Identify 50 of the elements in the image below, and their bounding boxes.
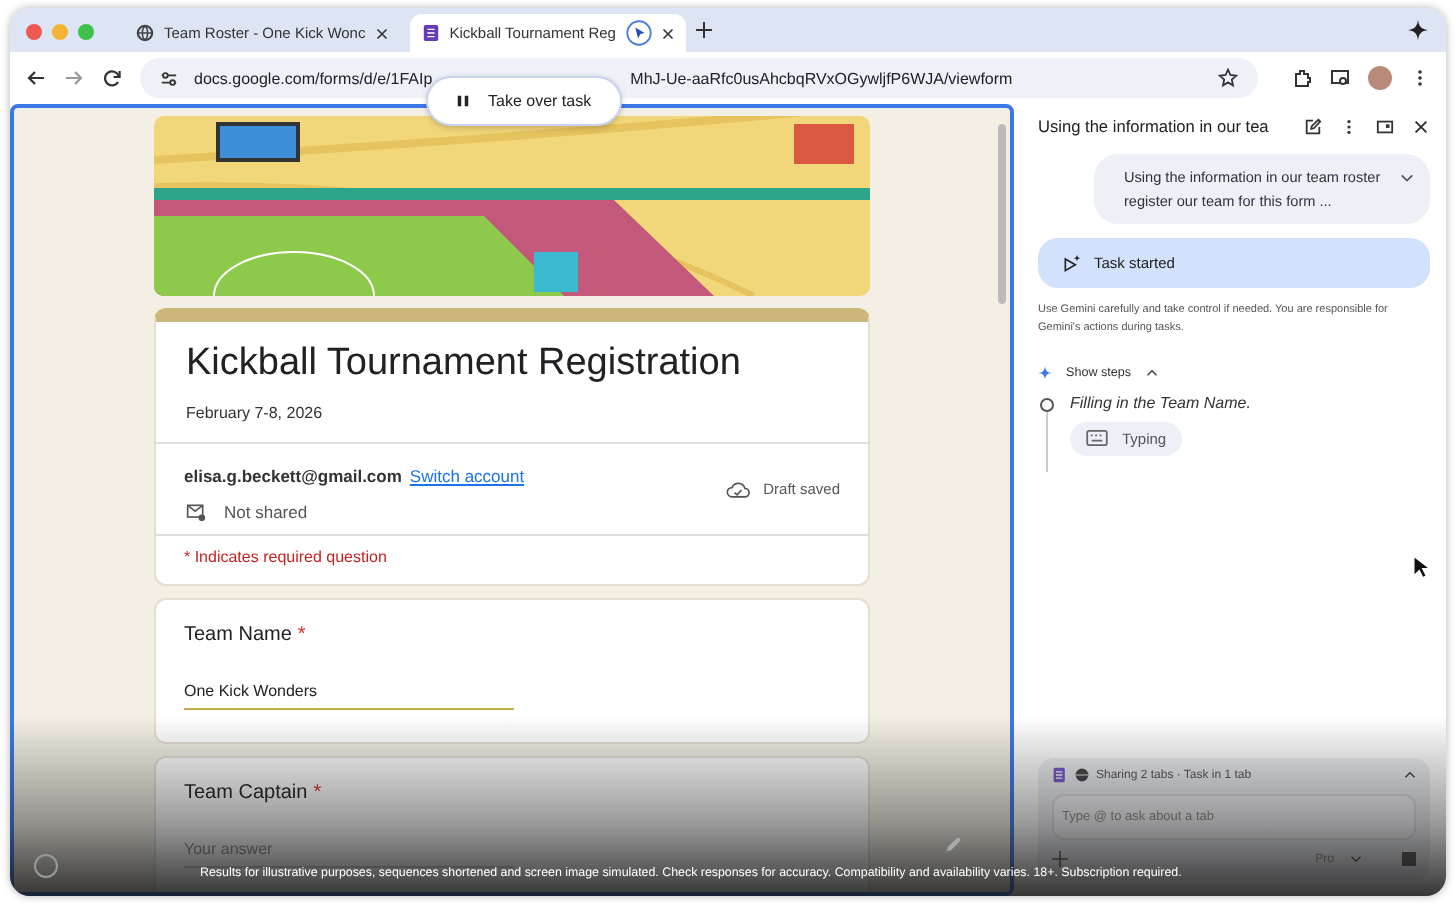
question-label: Team Name — [184, 624, 292, 646]
star-icon[interactable] — [1218, 68, 1238, 88]
form-icon — [421, 24, 440, 42]
close-window-icon[interactable] — [26, 24, 42, 40]
tab-search-icon[interactable] — [1330, 68, 1350, 88]
cloud-saved-icon — [725, 479, 750, 499]
scrollbar-thumb[interactable] — [998, 124, 1006, 304]
chevron-down-icon[interactable] — [1350, 854, 1362, 864]
profile-avatar[interactable] — [1368, 66, 1392, 90]
globe-icon — [136, 24, 154, 42]
new-tab-icon[interactable] — [695, 22, 712, 38]
keyboard-icon — [1086, 430, 1108, 447]
not-shared-icon — [184, 502, 208, 522]
form-description: February 7-8, 2026 — [184, 402, 325, 426]
required-mark: * — [297, 624, 306, 646]
play-sparkle-icon — [1062, 253, 1082, 274]
chevron-down-icon[interactable] — [1400, 172, 1414, 184]
required-mark: * — [313, 782, 322, 804]
chevron-icon — [1145, 367, 1158, 378]
sharing-status: Not shared — [224, 502, 308, 522]
edit-icon[interactable] — [1304, 117, 1322, 135]
question-label: Team Captain — [184, 782, 308, 804]
chevron-up-icon[interactable] — [1404, 770, 1416, 780]
forward-icon[interactable] — [64, 68, 84, 88]
switch-account-link[interactable]: Switch account — [409, 466, 525, 486]
close-tab-icon[interactable] — [375, 27, 388, 39]
gemini-sparkle-icon — [1038, 365, 1052, 380]
mouse-pointer-icon — [1412, 554, 1430, 580]
agent-cursor-icon — [625, 20, 652, 46]
globe-icon — [1074, 766, 1090, 784]
chat-title: Using the information in our tea — [1038, 116, 1271, 136]
close-tab-icon[interactable] — [661, 27, 674, 39]
reload-icon[interactable] — [102, 68, 122, 88]
back-icon[interactable] — [26, 68, 46, 88]
pause-icon — [456, 94, 470, 108]
url-text: MhJ-Ue-aaRfc0usAhcbqRVxOGywljfP6WJA/viewform — [630, 69, 1013, 87]
required-note: * Indicates required question — [182, 546, 389, 570]
add-icon[interactable] — [1052, 850, 1068, 868]
account-email: elisa.g.beckett@gmail.com — [184, 466, 402, 486]
step-marker-icon — [1039, 397, 1053, 412]
step-text: Filling in the Team Name. — [1070, 393, 1251, 412]
dock-panel-icon[interactable] — [1376, 117, 1394, 135]
site-settings-icon[interactable] — [160, 69, 178, 87]
form-title: Kickball Tournament Registration — [184, 340, 743, 386]
gemini-sparkle-icon[interactable] — [1406, 18, 1430, 42]
extensions-icon[interactable] — [1292, 68, 1312, 88]
help-icon[interactable] — [34, 854, 58, 878]
form-icon — [1052, 766, 1068, 784]
answer-field[interactable]: One Kick Wonders — [184, 682, 514, 710]
close-icon[interactable] — [1412, 117, 1430, 135]
